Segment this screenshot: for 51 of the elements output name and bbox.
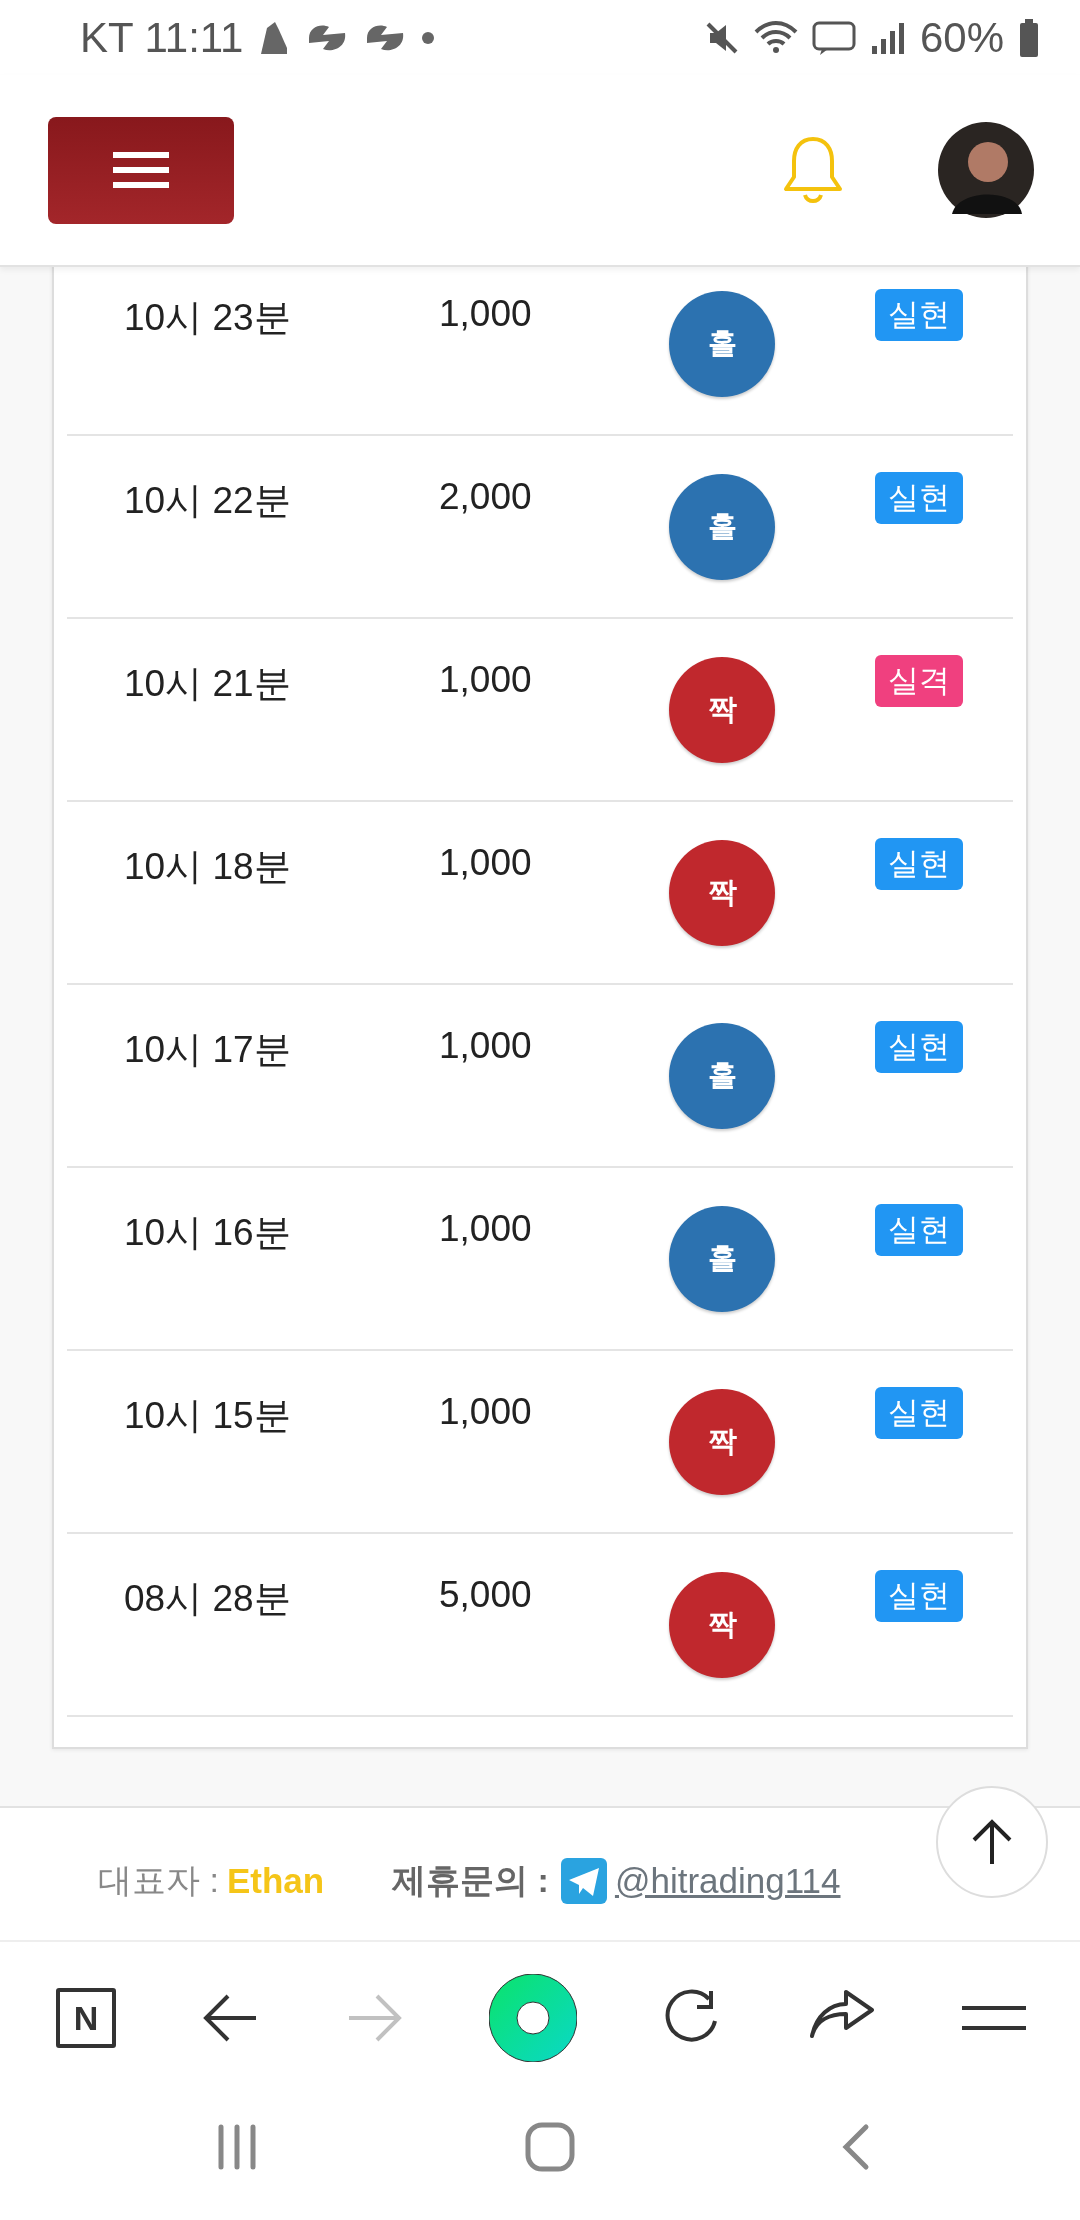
naver-logo[interactable]: N (56, 1988, 116, 2048)
time-cell-text: 10시 16분 (124, 1211, 292, 1255)
amount-cell-text: 1,000 (439, 1024, 533, 1067)
dot-icon (421, 30, 436, 45)
result-badge: 실현 (875, 1387, 963, 1439)
pick-ball: 홀 (669, 1023, 775, 1129)
amount-cell-text: 1,000 (439, 1207, 533, 1250)
pick-ball: 홀 (669, 291, 775, 397)
time-cell-text: 10시 22분 (124, 479, 292, 523)
amount-cell-text: 2,000 (439, 475, 533, 518)
menu-button[interactable] (48, 116, 234, 224)
result-badge: 실현 (875, 838, 963, 890)
pick-ball: 짝 (669, 657, 775, 763)
contact-link[interactable]: @hitrading114 (614, 1861, 841, 1901)
time-cell-text: 10시 17분 (124, 1028, 292, 1072)
ring-icon[interactable] (489, 1974, 577, 2062)
amount-cell-text: 1,000 (439, 658, 533, 701)
battery-percent: 60% (919, 13, 1004, 62)
pick-ball: 짝 (669, 1572, 775, 1678)
amount-cell-text: 1,000 (439, 841, 533, 884)
time-cell-text: 10시 18분 (124, 845, 292, 889)
result-badge: 실격 (875, 655, 963, 707)
time-cell-text: 10시 23분 (124, 296, 292, 340)
menu-icon[interactable] (959, 2005, 1028, 2031)
time-cell-text: 10시 21분 (124, 662, 292, 706)
pick-ball: 홀 (669, 1206, 775, 1312)
menu-icon (113, 150, 169, 190)
contact-label: 제휴문의 : (392, 1860, 549, 1901)
pick-ball: 홀 (669, 474, 775, 580)
result-badge: 실현 (875, 1204, 963, 1256)
result-badge: 실현 (875, 1021, 963, 1073)
result-badge: 실현 (875, 1570, 963, 1622)
time-cell-text: 08시 28분 (124, 1577, 292, 1621)
home-icon[interactable] (523, 2121, 576, 2173)
time-cell-text: 10시 15분 (124, 1394, 292, 1438)
avatar-icon[interactable] (938, 122, 1034, 218)
wifi-icon (753, 19, 798, 56)
result-badge: 실현 (875, 472, 963, 524)
telegram-icon[interactable] (560, 1858, 607, 1904)
battery-icon (1018, 17, 1040, 58)
pick-ball: 짝 (669, 840, 775, 946)
pick-ball: 짝 (669, 1389, 775, 1495)
back-icon[interactable] (840, 2123, 870, 2171)
amount-cell-text: 5,000 (439, 1573, 533, 1616)
owner-name: Ethan (226, 1861, 325, 1901)
result-badge: 실현 (875, 289, 963, 341)
amount-cell-text: 1,000 (439, 1390, 533, 1433)
owner-label: 대표자 : (98, 1860, 219, 1901)
arrow-up-icon (970, 1818, 1014, 1866)
amount-cell-text: 1,000 (439, 292, 533, 335)
carrier-time: KT 11:11 (80, 13, 244, 62)
